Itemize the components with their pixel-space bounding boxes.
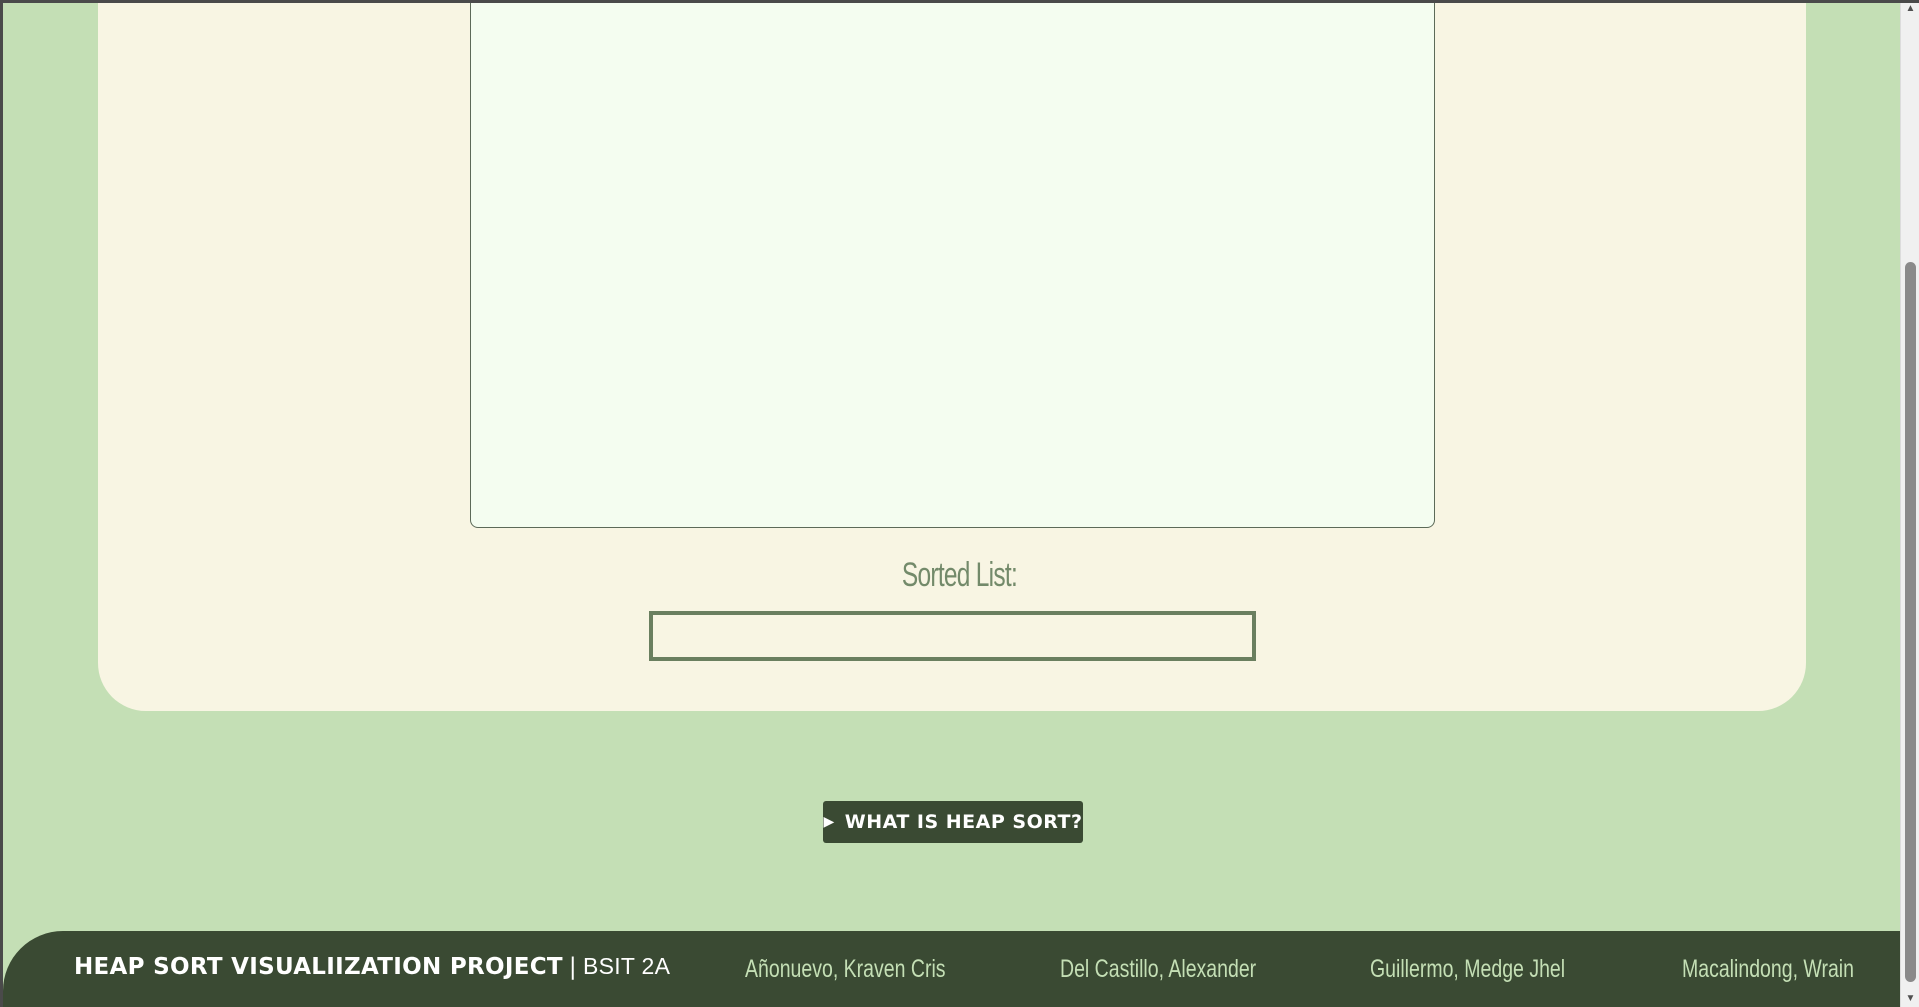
scrollbar-thumb[interactable]	[1905, 262, 1916, 982]
member-name: Macalindong, Wrain	[1682, 955, 1854, 983]
scroll-up-arrow-icon[interactable]: ▲	[1901, 0, 1919, 17]
play-triangle-icon: ▶	[823, 814, 835, 830]
what-is-heap-sort-label: WHAT IS HEAP SORT?	[844, 811, 1083, 833]
scroll-down-arrow-icon[interactable]: ▼	[1901, 990, 1919, 1007]
sorted-list-label: Sorted List:	[901, 556, 1018, 594]
member-name: Del Castillo, Alexander	[1060, 955, 1257, 983]
heap-visualization-canvas	[470, 0, 1435, 528]
project-title-text: HEAP SORT VISUALIIZATION PROJECT	[74, 954, 563, 980]
footer-separator: |	[568, 954, 577, 980]
footer-section-label: BSIT 2A	[582, 953, 671, 979]
member-name: Añonuevo, Kraven Cris	[745, 955, 946, 983]
footer: HEAP SORT VISUALIIZATION PROJECT | BSIT 2A…	[3, 931, 1900, 1007]
what-is-heap-sort-button[interactable]: ▶ WHAT IS HEAP SORT?	[823, 801, 1083, 843]
sorted-list-output	[649, 611, 1256, 661]
member-name: Guillermo, Medge Jhel	[1370, 955, 1566, 983]
vertical-scrollbar[interactable]: ▲ ▼	[1900, 0, 1919, 1007]
footer-project-title: HEAP SORT VISUALIIZATION PROJECT | BSIT 2A	[74, 953, 670, 980]
